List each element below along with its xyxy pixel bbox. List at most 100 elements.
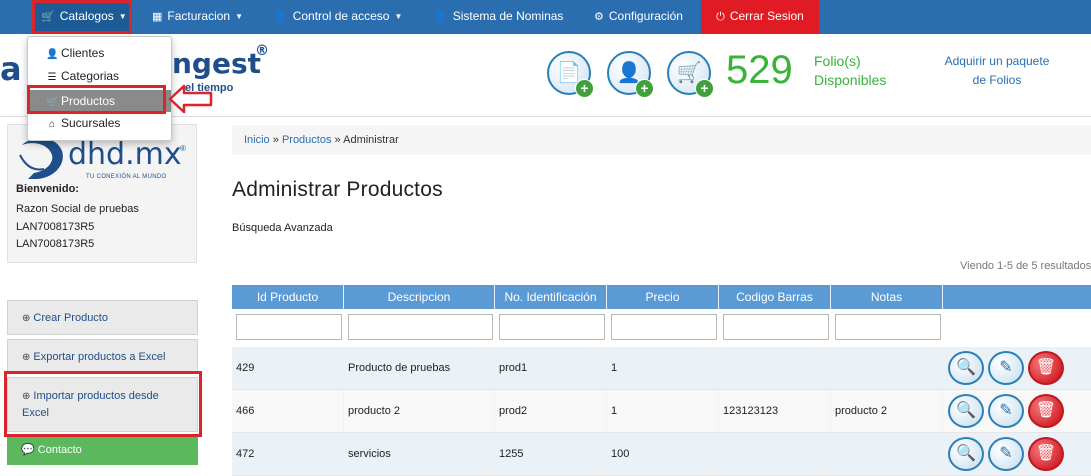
filter-codigo-input[interactable] [723, 314, 829, 340]
caret-down-icon: ▼ [394, 12, 403, 21]
dhd-logo-reg: ® [180, 144, 186, 153]
buy-link-line-2: de Folios [972, 73, 1022, 87]
nav-facturacion-label: Facturacion [167, 9, 231, 23]
cell-notas: producto 2 [831, 390, 943, 432]
nav-facturacion[interactable]: ▦ Facturacion ▼ [146, 0, 249, 34]
import-highlight-box [4, 371, 202, 437]
header-notas[interactable]: Notas [831, 285, 943, 309]
nav-sistema-nominas[interactable]: 👤 Sistema de Nominas [428, 0, 569, 34]
plus-icon: + [695, 79, 714, 98]
header-actions [943, 285, 1091, 309]
account-panel: dhd.mx ® TU CONEXIÓN AL MUNDO Bienvenido… [7, 124, 197, 263]
cell-codigo [719, 347, 831, 389]
gear-icon: ⚙ [594, 11, 604, 23]
table-row: 466 producto 2 prod2 1 123123123 product… [232, 390, 1091, 433]
filter-precio-input[interactable] [611, 314, 717, 340]
cart-icon: 🛒 [41, 11, 55, 23]
cell-precio: 1 [607, 347, 719, 389]
nav-control-acceso-label: Control de acceso [292, 9, 390, 23]
nav-cerrar-sesion-label: Cerrar Sesion [729, 9, 804, 23]
cell-codigo [719, 433, 831, 475]
user-icon: 👤 [274, 11, 288, 23]
dropdown-item-categorias[interactable]: ☰ Categorias [28, 65, 171, 87]
header-id-producto[interactable]: Id Producto [232, 285, 344, 309]
buy-folios-link[interactable]: Adquirir un paquete de Folios [932, 52, 1062, 90]
folio-label: Folio(s) Disponibles [814, 52, 886, 90]
export-excel-button[interactable]: ⊕ Exportar productos a Excel [7, 339, 198, 374]
header-descripcion[interactable]: Descripcion [344, 285, 495, 309]
edit-icon[interactable]: ✎ [988, 351, 1024, 385]
folio-count: 529 [726, 48, 793, 92]
plus-icon: + [635, 79, 654, 98]
contact-button[interactable]: 💬 Contacto [7, 435, 198, 465]
cell-id: 472 [232, 433, 344, 475]
cell-notas [831, 433, 943, 475]
nav-catalogos-label: Catalogos [59, 9, 114, 23]
product-add-icon[interactable]: 🛒 + [667, 51, 714, 98]
logo-registered-mark: ® [255, 43, 269, 59]
dropdown-categorias-label: Categorias [61, 69, 120, 83]
home-icon: ⌂ [48, 119, 56, 130]
logo-partial-right: ngest [172, 47, 262, 80]
top-navbar: 🛒 Catalogos ▼ ▦ Facturacion ▼ 👤 Control de ac… [0, 0, 1091, 34]
filter-row [232, 309, 1091, 347]
cell-descripcion: producto 2 [344, 390, 495, 432]
header-codigo-barras[interactable]: Codigo Barras [719, 285, 831, 309]
dropdown-item-clientes[interactable]: 👤 Clientes [28, 42, 171, 64]
plus-circle-icon: ⊕ [22, 313, 31, 324]
view-icon[interactable]: 🔍 [948, 437, 984, 471]
breadcrumb-current: Administrar [343, 134, 399, 146]
create-product-button[interactable]: ⊕ Crear Producto [7, 300, 198, 335]
delete-icon[interactable]: 🗑 [1028, 394, 1064, 428]
cell-id: 466 [232, 390, 344, 432]
cell-identificacion: prod2 [495, 390, 607, 432]
cell-descripcion: servicios [344, 433, 495, 475]
view-icon[interactable]: 🔍 [948, 394, 984, 428]
advanced-search-link[interactable]: Búsqueda Avanzada [232, 222, 333, 234]
user-icon: 👤 [434, 11, 448, 23]
cell-id: 429 [232, 347, 344, 389]
rfc-2: LAN7008173R5 [16, 238, 95, 250]
breadcrumb: Inicio » Productos » Administrar [232, 125, 1091, 155]
invoice-add-icon[interactable]: 📄 + [547, 51, 594, 98]
filter-id-input[interactable] [236, 314, 342, 340]
create-product-label: Crear Producto [33, 312, 108, 324]
dropdown-sucursales-label: Sucursales [61, 116, 121, 130]
breadcrumb-productos[interactable]: Productos [282, 134, 332, 146]
nav-catalogos[interactable]: 🛒 Catalogos ▼ [32, 0, 132, 34]
page-title: Administrar Productos [232, 178, 443, 201]
nav-sistema-nominas-label: Sistema de Nominas [452, 9, 564, 23]
header-precio[interactable]: Precio [607, 285, 719, 309]
filter-descripcion-input[interactable] [348, 314, 493, 340]
caret-down-icon: ▼ [235, 12, 244, 21]
filter-identificacion-input[interactable] [499, 314, 605, 340]
chat-icon: 💬 [21, 444, 35, 456]
company-name: Razon Social de pruebas [16, 203, 139, 215]
delete-icon[interactable]: 🗑 [1028, 437, 1064, 471]
cell-identificacion: 1255 [495, 433, 607, 475]
breadcrumb-home[interactable]: Inicio [244, 134, 270, 146]
edit-icon[interactable]: ✎ [988, 437, 1024, 471]
cell-notas [831, 347, 943, 389]
dropdown-item-sucursales[interactable]: ⌂ Sucursales [28, 112, 171, 134]
rfc-1: LAN7008173R5 [16, 221, 95, 233]
barcode-icon: ▦ [152, 11, 163, 23]
nav-control-acceso[interactable]: 👤 Control de acceso ▼ [268, 0, 408, 34]
folio-label-line-1: Folio(s) [814, 53, 861, 69]
edit-icon[interactable]: ✎ [988, 394, 1024, 428]
filter-notas-input[interactable] [835, 314, 941, 340]
client-add-icon[interactable]: 👤 + [607, 51, 654, 98]
dhd-logo-tagline: TU CONEXIÓN AL MUNDO [86, 174, 167, 180]
view-icon[interactable]: 🔍 [948, 351, 984, 385]
export-excel-label: Exportar productos a Excel [33, 351, 166, 363]
breadcrumb-separator: » [334, 134, 341, 146]
header-no-identificacion[interactable]: No. Identificación [495, 285, 607, 309]
nav-configuracion-label: Configuración [608, 9, 683, 23]
nav-cerrar-sesion[interactable]: ⏻ Cerrar Sesion [701, 0, 819, 34]
results-summary: Viendo 1-5 de 5 resultados [960, 260, 1091, 272]
nav-configuracion[interactable]: ⚙ Configuración [588, 0, 689, 34]
plus-icon: + [575, 79, 594, 98]
power-icon: ⏻ [716, 11, 725, 23]
welcome-label: Bienvenido: [16, 183, 79, 195]
delete-icon[interactable]: 🗑 [1028, 351, 1064, 385]
